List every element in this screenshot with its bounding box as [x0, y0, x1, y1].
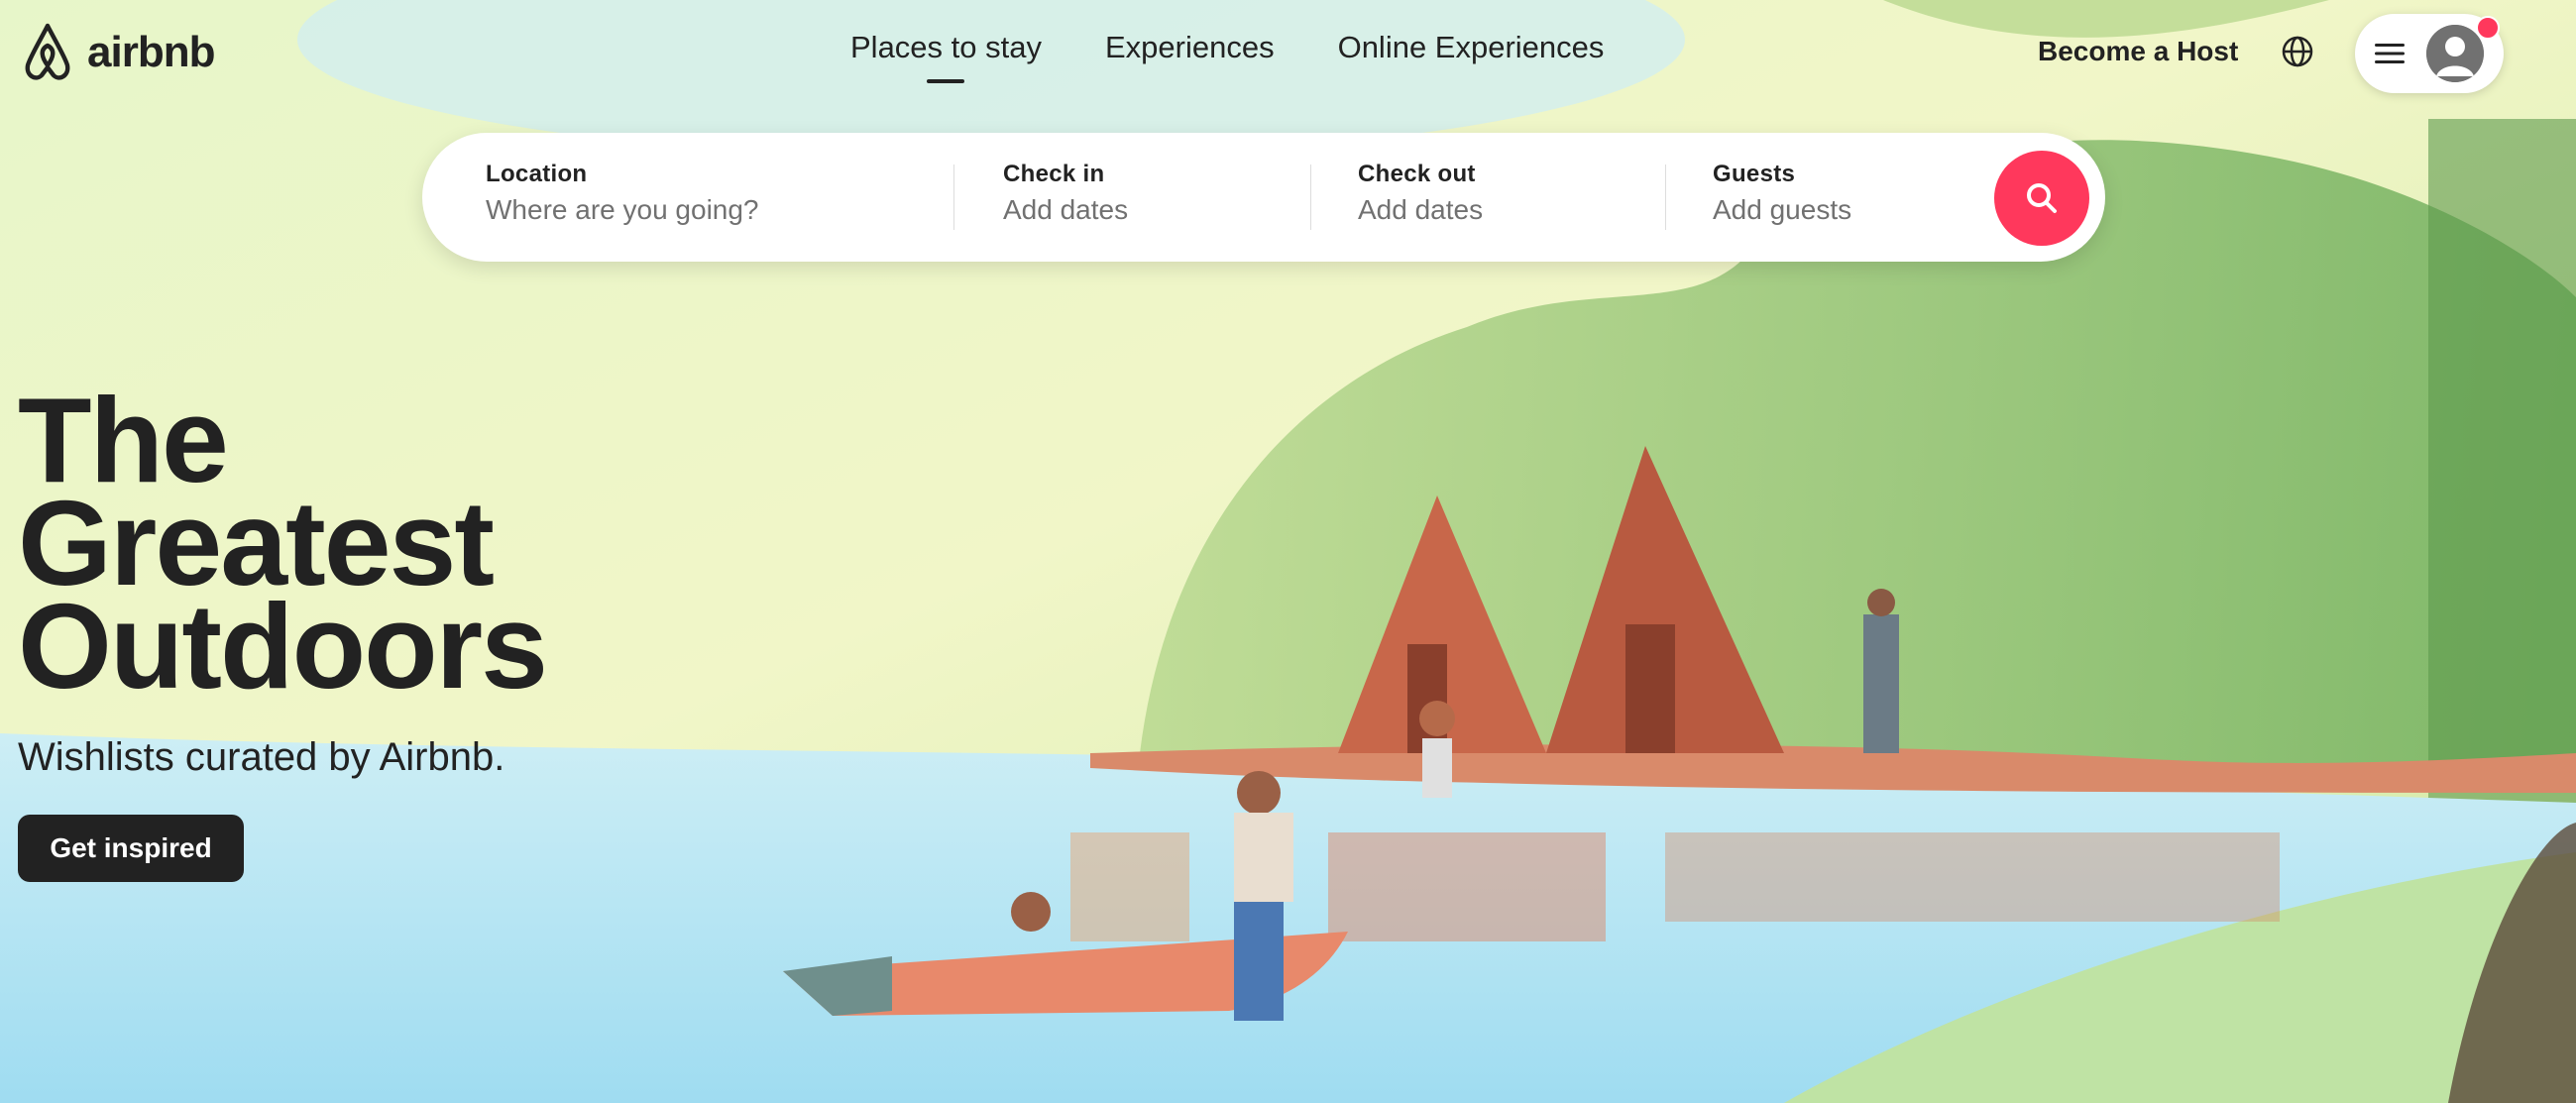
tab-places-to-stay[interactable]: Places to stay	[850, 30, 1042, 79]
search-divider	[953, 165, 954, 230]
check-in-field[interactable]: Check in Add dates	[1003, 161, 1300, 226]
get-inspired-button[interactable]: Get inspired	[18, 815, 244, 882]
location-label: Location	[486, 161, 588, 187]
search-button[interactable]	[1994, 151, 2089, 246]
main-nav: Places to stay Experiences Online Experi…	[850, 30, 1604, 79]
tab-experiences[interactable]: Experiences	[1105, 30, 1275, 79]
location-field[interactable]: Location Where are you going?	[486, 161, 942, 226]
become-a-host-link[interactable]: Become a Host	[2038, 36, 2238, 67]
guests-label: Guests	[1713, 161, 1796, 187]
tab-online-experiences[interactable]: Online Experiences	[1338, 30, 1605, 79]
search-icon	[2027, 183, 2057, 213]
globe-icon[interactable]	[2280, 34, 2315, 69]
airbnb-logo[interactable]: airbnb	[18, 20, 215, 85]
hero-title-line: Outdoors	[18, 579, 548, 714]
check-in-input[interactable]: Add dates	[1003, 194, 1300, 226]
brand-name: airbnb	[87, 28, 215, 76]
airbnb-logo-icon	[25, 23, 70, 80]
user-avatar-icon	[2426, 25, 2484, 82]
check-out-label: Check out	[1358, 161, 1476, 187]
check-out-field[interactable]: Check out Add dates	[1358, 161, 1655, 226]
hero-title: The Greatest Outdoors	[18, 380, 548, 714]
search-divider	[1665, 165, 1666, 230]
search-divider	[1310, 165, 1311, 230]
location-input[interactable]: Where are you going?	[486, 194, 942, 226]
hamburger-icon	[2375, 44, 2405, 63]
search-bar: Location Where are you going? Check in A…	[422, 133, 2105, 262]
guests-input[interactable]: Add guests	[1713, 194, 1970, 226]
check-in-label: Check in	[1003, 161, 1105, 187]
notification-dot	[2476, 16, 2500, 40]
hero-subtitle: Wishlists curated by Airbnb.	[18, 735, 505, 779]
guests-field[interactable]: Guests Add guests	[1713, 161, 1970, 226]
check-out-input[interactable]: Add dates	[1358, 194, 1655, 226]
